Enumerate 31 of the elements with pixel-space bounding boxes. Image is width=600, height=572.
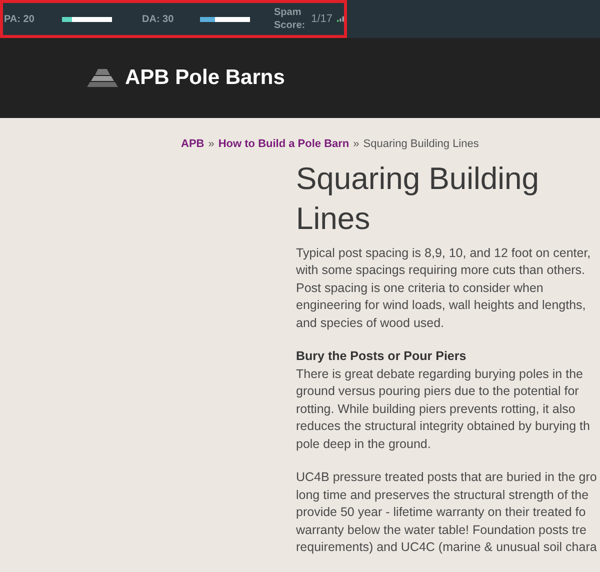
paragraph-line: reduces the structural integrity obtained by burying th bbox=[296, 418, 590, 435]
breadcrumb-link[interactable]: APB bbox=[181, 136, 204, 152]
paragraph-line: warranty below the water table! Foundation posts tre bbox=[296, 522, 586, 539]
paragraph-line: Typical post spacing is 8,9, 10, and 12 foot on center, bbox=[296, 244, 591, 262]
metric-bar bbox=[62, 16, 112, 22]
breadcrumb-current: Squaring Building Lines bbox=[363, 137, 479, 152]
paragraph-line: rotting. While building piers prevents rotting, it also bbox=[296, 400, 576, 418]
signal-bars-icon bbox=[336, 14, 344, 24]
paragraph-line: ground versus pouring piers due to the potential for bbox=[296, 383, 579, 400]
metric-bar bbox=[200, 16, 250, 22]
breadcrumb-separator: » bbox=[353, 137, 360, 152]
metric-label: DA: 30 bbox=[142, 12, 175, 26]
paragraph-line: long time and preserves the structural strength of the bbox=[296, 486, 589, 504]
article-title: Squaring Building Lines bbox=[296, 160, 540, 238]
breadcrumb-link[interactable]: How to Build a Pole Barn bbox=[218, 136, 350, 152]
paragraph-line: pole deep in the ground. bbox=[296, 436, 431, 453]
paragraph-line: UC4B pressure treated posts that are buried in the gro bbox=[296, 469, 597, 486]
metric-label: PA: 20 bbox=[4, 12, 36, 26]
site-title-link[interactable]: APB Pole Barns bbox=[125, 62, 285, 94]
paragraph-line: Post spacing is one criteria to consider when bbox=[296, 280, 544, 297]
paragraph-line: engineering for wind loads, wall heights and lengths, bbox=[296, 297, 586, 314]
pyramid-logo-icon[interactable] bbox=[87, 69, 118, 87]
paragraph-line: with some spacings requiring more cuts than others. bbox=[296, 262, 586, 279]
section-heading: Bury the Posts or Pour Piers bbox=[296, 348, 466, 365]
paragraph-line: There is great debate regarding burying poles in the bbox=[296, 366, 583, 383]
breadcrumb-separator: » bbox=[208, 137, 214, 152]
paragraph-line: requirements) and UC4C (marine & unusual soil chara bbox=[296, 539, 597, 556]
paragraph-line: provide 50 year - lifetime warranty on their treated fo bbox=[296, 504, 586, 521]
paragraph-line: and species of wood used. bbox=[296, 314, 444, 332]
spam-score-value: 1/17 bbox=[311, 12, 333, 27]
spam-score-label: Spam Score: bbox=[274, 6, 306, 32]
